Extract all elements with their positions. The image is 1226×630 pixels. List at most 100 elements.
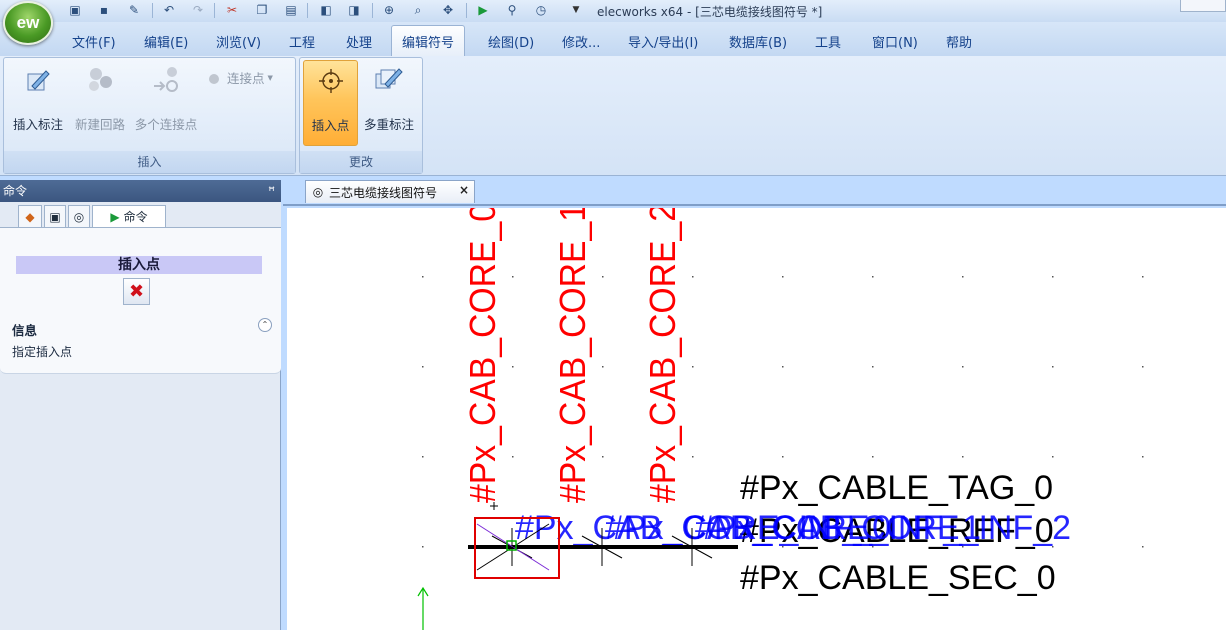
command-title: 插入点 bbox=[16, 256, 262, 274]
new-loop-button[interactable]: 新建回路 bbox=[70, 60, 130, 140]
tab-project[interactable]: 工程 bbox=[289, 30, 315, 52]
separator bbox=[214, 3, 215, 18]
tab-components[interactable]: ◆ bbox=[18, 205, 42, 227]
tab-edit-symbol[interactable]: 编辑符号 bbox=[391, 25, 466, 56]
cubes-icon: ◆ bbox=[25, 209, 35, 224]
tab-layers[interactable]: ▣ bbox=[44, 205, 66, 227]
insert-point-button[interactable]: 插入点 bbox=[303, 60, 358, 146]
tab-import-export[interactable]: 导入/导出(I) bbox=[628, 30, 698, 52]
grid-dot bbox=[962, 456, 964, 458]
insert-annotation-button[interactable]: 插入标注 bbox=[6, 60, 70, 140]
core-label-0: #Px_CAB_CORE_0 bbox=[462, 208, 503, 503]
grid-dot bbox=[512, 366, 514, 368]
tab-modify[interactable]: 修改... bbox=[562, 30, 600, 52]
drawing-canvas[interactable]: #Px_CAB_CORE_0 #Px_CAB_CORE_1 #Px_CAB_CO… bbox=[287, 208, 1226, 630]
collapse-icon[interactable]: ⌃ bbox=[258, 318, 272, 332]
separator bbox=[307, 3, 308, 18]
ribbon: 插入标注 新建回路 多个连接点 连接点 ▼ 插入 插入点 多重标注 更改 bbox=[0, 56, 1226, 176]
grid-dot bbox=[1052, 366, 1054, 368]
redo-icon[interactable]: ↷ bbox=[190, 2, 206, 18]
multi-pencil-icon bbox=[373, 64, 405, 96]
document-tab-bar: ◎ 三芯电缆接线图符号 × bbox=[283, 180, 1226, 204]
pin-icon[interactable]: ꟸ bbox=[268, 180, 275, 202]
grid-dot bbox=[1142, 456, 1144, 458]
dot-icon bbox=[209, 74, 219, 84]
close-icon[interactable]: × bbox=[459, 183, 469, 197]
grid-dot bbox=[512, 276, 514, 278]
zoom-window-icon[interactable]: ⊕ bbox=[381, 2, 397, 18]
cancel-button[interactable]: ✖ bbox=[123, 278, 150, 305]
quick-access-dropdown[interactable]: ▼ bbox=[568, 2, 584, 18]
grid-dot bbox=[602, 456, 604, 458]
tab-database[interactable]: 数据库(B) bbox=[729, 30, 787, 52]
grid-dot bbox=[872, 456, 874, 458]
symbol-icon: ◎ bbox=[73, 209, 85, 224]
core-label-1: #Px_CAB_CORE_1 bbox=[552, 208, 593, 503]
save-icon[interactable]: ▪ bbox=[96, 2, 112, 18]
binoculars-icon[interactable]: ⚲ bbox=[504, 2, 520, 18]
undo-icon[interactable]: ↶ bbox=[161, 2, 177, 18]
ribbon-tabs: 文件(F) 编辑(E) 浏览(V) 工程 处理 编辑符号 绘图(D) 修改...… bbox=[0, 22, 1226, 56]
tab-help[interactable]: 帮助 bbox=[946, 30, 972, 52]
play-icon[interactable]: ▶ bbox=[475, 2, 491, 18]
ribbon-group-insert: 插入标注 新建回路 多个连接点 连接点 ▼ 插入 bbox=[3, 57, 296, 174]
zoom-icon[interactable]: ⌕ bbox=[410, 2, 426, 18]
grid-dot bbox=[782, 366, 784, 368]
grid-dot bbox=[1052, 276, 1054, 278]
grid-dot bbox=[1142, 276, 1144, 278]
window-controls[interactable] bbox=[1180, 0, 1226, 12]
page-prev-icon[interactable]: ◧ bbox=[318, 2, 334, 18]
drawing-svg[interactable]: #Px_CAB_CORE_0 #Px_CAB_CORE_1 #Px_CAB_CO… bbox=[287, 208, 1226, 630]
application-button[interactable]: ew bbox=[3, 1, 53, 45]
clock-icon[interactable]: ◷ bbox=[533, 2, 549, 18]
cut-icon[interactable]: ✂ bbox=[224, 2, 240, 18]
grid-dot bbox=[602, 366, 604, 368]
command-panel-body: 插入点 ✖ 信息 ⌃ 指定插入点 bbox=[0, 228, 281, 374]
symbol-icon: ◎ bbox=[312, 185, 324, 199]
grid-dot bbox=[782, 456, 784, 458]
multi-connection-points-button[interactable]: 多个连接点 bbox=[130, 60, 202, 140]
command-panel: 命令 ꟸ ◆ ▣ ◎ ▶ 命令 插入点 ✖ 信息 ⌃ 指定插入点 bbox=[0, 180, 281, 630]
tab-view[interactable]: 浏览(V) bbox=[216, 30, 261, 52]
open-icon[interactable]: ▣ bbox=[67, 2, 83, 18]
tab-draw[interactable]: 绘图(D) bbox=[488, 30, 534, 52]
document-tab[interactable]: ◎ 三芯电缆接线图符号 × bbox=[305, 180, 475, 203]
grid-dot bbox=[422, 546, 424, 548]
tab-symbols[interactable]: ◎ bbox=[68, 205, 90, 227]
multi-annotation-button[interactable]: 多重标注 bbox=[359, 60, 419, 140]
cable-sec-label: #Px_CABLE_SEC_0 bbox=[740, 559, 1056, 597]
tab-edit[interactable]: 编辑(E) bbox=[144, 30, 188, 52]
core-info-label-2: #Px_CAB_CORE_INF_2 bbox=[695, 509, 1071, 547]
grid-dot bbox=[692, 276, 694, 278]
ribbon-group-modify: 插入点 多重标注 更改 bbox=[299, 57, 423, 174]
grid-dot bbox=[602, 276, 604, 278]
group-label-modify: 更改 bbox=[300, 151, 422, 173]
paste-icon[interactable]: ▤ bbox=[283, 2, 299, 18]
window-icon: ▣ bbox=[49, 209, 61, 224]
grid-dot bbox=[692, 456, 694, 458]
grid-dot bbox=[1142, 546, 1144, 548]
title-bar: ▣ ▪ ✎ ↶ ↷ ✂ ❐ ▤ ◧ ◨ ⊕ ⌕ ✥ ▶ ⚲ ◷ ▼ elecwo… bbox=[0, 0, 1226, 22]
play-icon: ▶ bbox=[110, 209, 120, 224]
grid-dot bbox=[1142, 366, 1144, 368]
separator bbox=[466, 3, 467, 18]
tab-tools[interactable]: 工具 bbox=[815, 30, 841, 52]
tab-window[interactable]: 窗口(N) bbox=[872, 30, 918, 52]
page-next-icon[interactable]: ◨ bbox=[346, 2, 362, 18]
tab-file[interactable]: 文件(F) bbox=[72, 30, 116, 52]
save-as-icon[interactable]: ✎ bbox=[126, 2, 142, 18]
pan-icon[interactable]: ✥ bbox=[440, 2, 456, 18]
spheres-icon bbox=[84, 64, 116, 96]
grid-dot bbox=[422, 456, 424, 458]
info-title: 信息 bbox=[12, 323, 38, 338]
tab-command[interactable]: ▶ 命令 bbox=[92, 205, 166, 227]
info-text: 指定插入点 bbox=[12, 345, 73, 359]
tab-process[interactable]: 处理 bbox=[346, 30, 372, 52]
ucs-arrow-icon bbox=[417, 586, 429, 630]
grid-dot bbox=[1052, 456, 1054, 458]
connection-point-button[interactable]: 连接点 ▼ bbox=[209, 68, 273, 87]
grid-dot bbox=[872, 366, 874, 368]
grid-dot bbox=[872, 276, 874, 278]
copy-icon[interactable]: ❐ bbox=[254, 2, 270, 18]
window-title: elecworks x64 - [三芯电缆接线图符号 *] bbox=[597, 5, 823, 19]
